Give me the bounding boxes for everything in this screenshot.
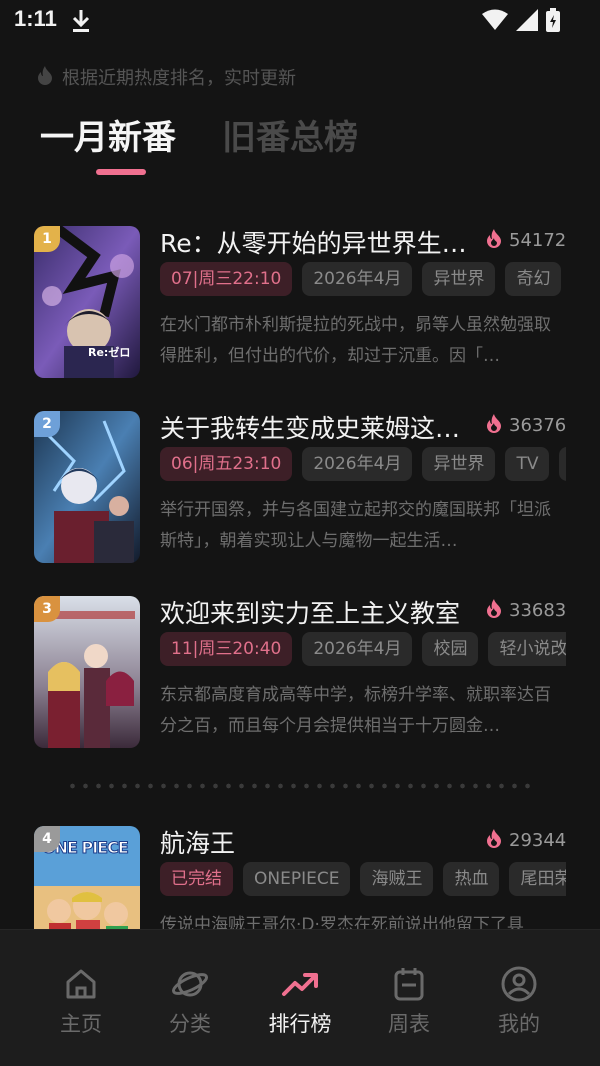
- nav-schedule[interactable]: 周表: [369, 964, 449, 1038]
- heat-value: 36376: [509, 414, 567, 436]
- flame-icon: [485, 228, 503, 252]
- heat-score: 54172: [485, 228, 566, 252]
- heat-score: 36376: [485, 413, 566, 437]
- ranking-hint-text: 根据近期热度排名，实时更新: [62, 68, 296, 89]
- tab-new-season[interactable]: 一月新番: [40, 110, 176, 159]
- profile-icon: [479, 964, 559, 1004]
- flame-icon: [485, 413, 503, 437]
- active-tab-indicator: [96, 169, 146, 175]
- genre-tag[interactable]: 异世界: [422, 447, 496, 481]
- calendar-icon: [369, 964, 449, 1004]
- tab-all-time[interactable]: 旧番总榜: [222, 110, 358, 159]
- signal-icon: [516, 9, 538, 35]
- nav-label: 分类: [169, 1012, 211, 1036]
- flame-icon: [36, 65, 54, 89]
- anime-description: 传说中海贼王哥尔·D·罗杰在死前说出他留下了具: [160, 915, 524, 929]
- rank-badge: 4: [34, 826, 60, 852]
- season-tag[interactable]: 2026年4月: [302, 632, 413, 666]
- genre-tag[interactable]: ONEPIECE: [243, 862, 351, 896]
- anime-title[interactable]: 欢迎来到实力至上主义教室: [160, 594, 470, 630]
- genre-tag[interactable]: 尾田荣: [509, 862, 566, 896]
- heat-score: 33683: [485, 598, 566, 622]
- anime-title[interactable]: Re：从零开始的异世界生活 第四季: [160, 224, 470, 260]
- list-item[interactable]: 2 关于我转生变成史莱姆这档事 36376 06|周五23:10 2026年4月…: [0, 407, 600, 567]
- anime-description: 东京都高度育成高等中学，标榜升学率、就职率达百分之百，而且每个月会提供相当于十万…: [160, 685, 551, 736]
- list-item[interactable]: 3 欢迎来到实力至上主义教室 33683 11|周三20:40 2026年4月 …: [0, 592, 600, 752]
- download-icon: [70, 8, 92, 38]
- rank-badge: 3: [34, 596, 60, 622]
- home-icon: [41, 964, 121, 1004]
- status-bar: 1:11: [0, 0, 600, 44]
- genre-tag[interactable]: 海贼王: [360, 862, 434, 896]
- trending-icon: [260, 964, 340, 1004]
- season-tag[interactable]: 2026年4月: [302, 262, 413, 296]
- flame-icon: [485, 828, 503, 852]
- list-item[interactable]: ONE PIECE 4 航海王 29344 已完结 ONEPIECE 海贼王 热…: [0, 822, 600, 929]
- flame-icon: [485, 598, 503, 622]
- rank-badge: 1: [34, 226, 60, 252]
- cover-title-text: Re:ゼロ: [88, 346, 131, 359]
- battery-icon: [546, 8, 560, 36]
- nav-ranking[interactable]: 排行榜: [260, 964, 340, 1038]
- ranking-hint: 根据近期热度排名，实时更新: [36, 64, 296, 90]
- planet-icon: [150, 964, 230, 1004]
- nav-label: 排行榜: [268, 1012, 332, 1036]
- rank-badge: 2: [34, 411, 60, 437]
- genre-tag[interactable]: TV: [505, 447, 550, 481]
- status-time: 1:11: [14, 6, 57, 31]
- anime-title[interactable]: 航海王: [160, 824, 470, 860]
- update-time-tag[interactable]: 07|周三22:10: [160, 262, 293, 296]
- genre-tag[interactable]: 校园: [422, 632, 479, 666]
- tag-list: 11|周三20:40 2026年4月 校园 轻小说改: [160, 632, 566, 666]
- heat-value: 33683: [509, 599, 567, 621]
- nav-category[interactable]: 分类: [150, 964, 230, 1038]
- nav-label: 主页: [60, 1012, 102, 1036]
- bottom-nav: 主页 分类 排行榜 周表 我的: [0, 929, 600, 1066]
- anime-description: 举行开国祭，并与各国建立起邦交的魔国联邦「坦派斯特」，朝着实现让人与魔物一起生活…: [160, 500, 551, 551]
- heat-value: 29344: [509, 829, 567, 851]
- tag-list: 已完结 ONEPIECE 海贼王 热血 尾田荣: [160, 862, 566, 896]
- nav-label: 我的: [498, 1012, 540, 1036]
- genre-tag[interactable]: 轻: [559, 447, 566, 481]
- anime-title[interactable]: 关于我转生变成史莱姆这档事: [160, 409, 470, 445]
- update-time-tag[interactable]: 06|周五23:10: [160, 447, 293, 481]
- status-tag[interactable]: 已完结: [160, 862, 233, 896]
- anime-description: 在水门都市朴利斯提拉的死战中，昴等人虽然勉强取得胜利，但付出的代价，却过于沉重。…: [160, 315, 551, 366]
- genre-tag[interactable]: 热血: [443, 862, 500, 896]
- tag-list: 06|周五23:10 2026年4月 异世界 TV 轻: [160, 447, 566, 481]
- genre-tag[interactable]: 轻小说改: [488, 632, 566, 666]
- ranking-tabs: 一月新番 旧番总榜: [40, 110, 358, 159]
- nav-profile[interactable]: 我的: [479, 964, 559, 1038]
- heat-value: 54172: [509, 229, 567, 251]
- nav-label: 周表: [388, 1012, 430, 1036]
- genre-tag[interactable]: 异世界: [422, 262, 496, 296]
- nav-home[interactable]: 主页: [41, 964, 121, 1038]
- heat-score: 29344: [485, 828, 566, 852]
- list-item[interactable]: Re:ゼロ 1 Re：从零开始的异世界生活 第四季 54172 07|周三22:…: [0, 222, 600, 382]
- section-divider: [66, 783, 536, 789]
- season-tag[interactable]: 2026年4月: [302, 447, 413, 481]
- tag-list: 07|周三22:10 2026年4月 异世界 奇幻 V: [160, 262, 566, 296]
- genre-tag[interactable]: 奇幻: [505, 262, 562, 296]
- wifi-icon: [482, 9, 508, 35]
- update-time-tag[interactable]: 11|周三20:40: [160, 632, 293, 666]
